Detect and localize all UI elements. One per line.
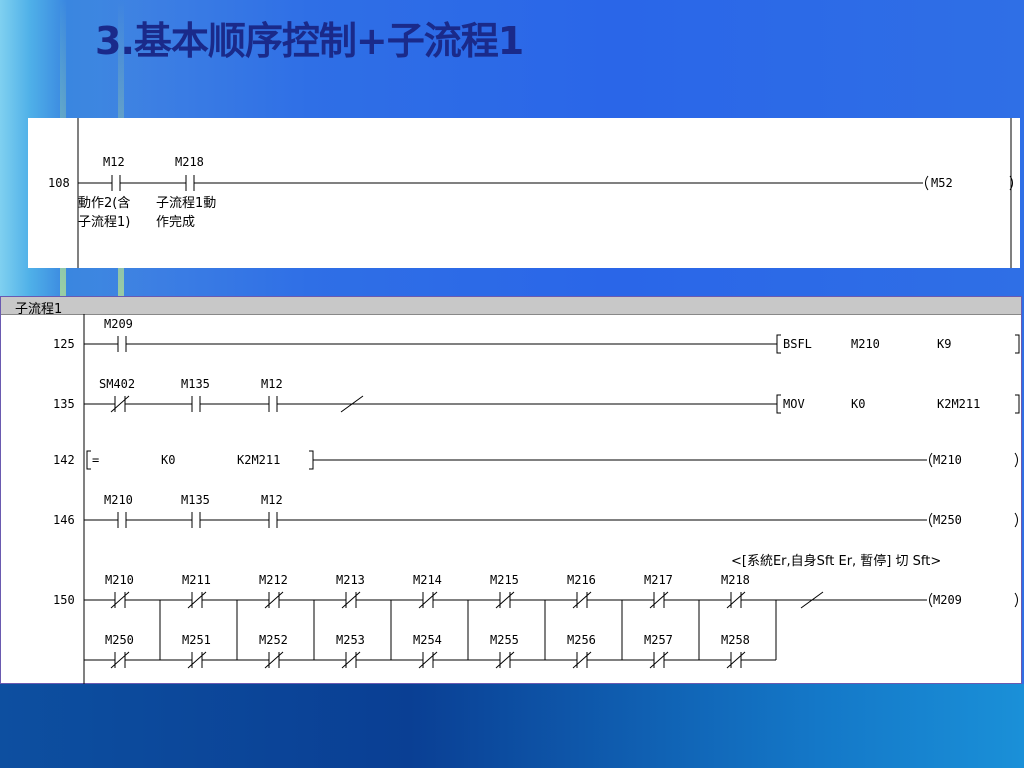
slide-title: 3.基本顺序控制+子流程1 xyxy=(95,19,524,63)
compare-bracket-left xyxy=(86,450,91,470)
program-tab-bar: 子流程1 xyxy=(1,297,1021,317)
contact-label: M12 xyxy=(261,493,283,507)
contact-label: M212 xyxy=(259,573,288,587)
contact-label: M251 xyxy=(182,633,211,647)
operand: K2M211 xyxy=(937,397,980,411)
instruction-bracket-right xyxy=(1015,394,1020,414)
step-number: 135 xyxy=(53,397,75,411)
operand: K9 xyxy=(937,337,951,351)
contact-label: M255 xyxy=(490,633,519,647)
operand: K0 xyxy=(851,397,865,411)
step-number: 142 xyxy=(53,453,75,467)
contact-label: M253 xyxy=(336,633,365,647)
contact-label: M211 xyxy=(182,573,211,587)
contact-label: M250 xyxy=(105,633,134,647)
compare-operator: = xyxy=(92,453,99,467)
instruction-bracket-left xyxy=(776,334,781,354)
coil-right xyxy=(1014,452,1018,468)
comment-text: 子流程1) xyxy=(78,215,130,230)
bottom-decoration-band xyxy=(0,684,1024,768)
comment-text: <[系統Er,自身Sft Er, 暫停] 切 Sft> xyxy=(731,553,941,569)
step-number: 108 xyxy=(48,176,70,190)
contact-label: M213 xyxy=(336,573,365,587)
contact-label: M218 xyxy=(175,155,204,169)
operand: K0 xyxy=(161,453,175,467)
coil-right xyxy=(1014,592,1018,608)
contact-label: M12 xyxy=(103,155,125,169)
ladder-diagram-subroutine: 125 M209 BSFL M210 K9 135 SM402 M135 M12… xyxy=(53,314,1020,684)
coil-left xyxy=(929,452,933,468)
contact-label: M215 xyxy=(490,573,519,587)
comment-text: 子流程1動 xyxy=(156,196,216,211)
ladder-diagram-top: 108 M12 M218 M52 動作2(含 子流程1) 子流程1動 作完成 xyxy=(48,118,1013,268)
contact-label: M216 xyxy=(567,573,596,587)
contact-grid: M210 M250 M211 M251 M212 M252 M213 M253 M214 M254… xyxy=(84,573,927,669)
contact-label: M214 xyxy=(413,573,442,587)
contact-label: M254 xyxy=(413,633,442,647)
contact-label: M12 xyxy=(261,377,283,391)
compare-bracket-right xyxy=(309,450,314,470)
contact-label: M252 xyxy=(259,633,288,647)
instruction-bracket-right xyxy=(1015,334,1020,354)
contact-label: M256 xyxy=(567,633,596,647)
coil-label: M52 xyxy=(931,176,953,190)
contact-label: M210 xyxy=(105,573,134,587)
coil-left xyxy=(925,175,929,191)
coil-left xyxy=(929,512,933,528)
contact-label: M218 xyxy=(721,573,750,587)
step-number: 150 xyxy=(53,593,75,607)
contact-label: SM402 xyxy=(99,377,135,391)
comment-text: 作完成 xyxy=(156,215,195,230)
comment-text: 動作2(含 xyxy=(78,195,130,211)
contact-label: M210 xyxy=(104,493,133,507)
instruction: MOV xyxy=(783,397,805,411)
ladder-panel-subroutine: 子流程1 125 M209 BSFL M210 K9 135 SM402 M13… xyxy=(0,296,1022,684)
coil-right xyxy=(1014,512,1018,528)
contact-label: M217 xyxy=(644,573,673,587)
instruction: BSFL xyxy=(783,337,812,351)
coil-label: M250 xyxy=(933,513,962,527)
coil-label: M210 xyxy=(933,453,962,467)
coil-label: M209 xyxy=(933,593,962,607)
step-number: 146 xyxy=(53,513,75,527)
contact-label: M135 xyxy=(181,493,210,507)
contact-label: M135 xyxy=(181,377,210,391)
instruction-bracket-left xyxy=(776,394,781,414)
coil-left xyxy=(929,592,933,608)
operand: M210 xyxy=(851,337,880,351)
operand: K2M211 xyxy=(237,453,280,467)
contact-label: M209 xyxy=(104,317,133,331)
step-number: 125 xyxy=(53,337,75,351)
ladder-panel-top: 108 M12 M218 M52 動作2(含 子流程1) 子流程1動 作完成 xyxy=(28,118,1020,268)
contact-label: M258 xyxy=(721,633,750,647)
contact-label: M257 xyxy=(644,633,673,647)
